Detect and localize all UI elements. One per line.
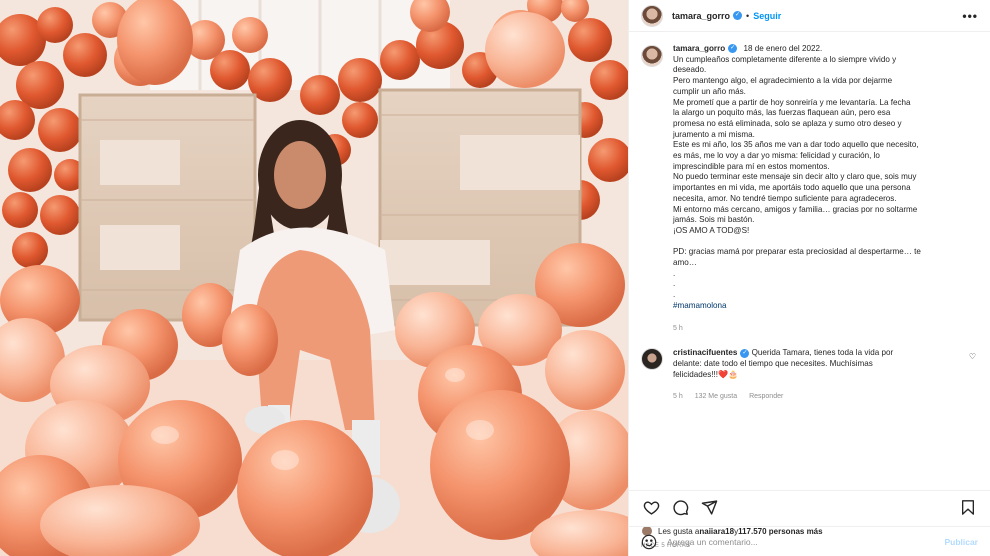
caption-line: cumplir un año más. bbox=[673, 86, 746, 96]
publish-button[interactable]: Publicar bbox=[944, 537, 978, 547]
comments-scroll-area[interactable]: tamara_gorro ✓ 18 de enero del 2022. Un c… bbox=[629, 32, 990, 490]
caption-line: la alargo un poquito más, las fuerzas fl… bbox=[673, 108, 891, 118]
author-username[interactable]: tamara_gorro bbox=[672, 11, 730, 21]
caption-line: Me prometí que a partir de hoy sonreiría… bbox=[673, 97, 911, 107]
caption-line: Este es mi año, los 35 años me van a dar… bbox=[673, 140, 919, 150]
reply-button[interactable]: Responder bbox=[749, 393, 783, 400]
more-options-icon[interactable]: ••• bbox=[962, 9, 978, 23]
caption-body: tamara_gorro ✓ 18 de enero del 2022. Un c… bbox=[673, 44, 978, 334]
post-side-panel: tamara_gorro ✓ • Seguir ••• tamara_gorro… bbox=[628, 0, 990, 556]
caption-line: Un cumpleaños completamente diferente a … bbox=[673, 54, 897, 64]
emoji-icon[interactable] bbox=[641, 534, 657, 550]
caption-date: 18 de enero del 2022. bbox=[743, 44, 823, 53]
caption-line: Mi entorno más cercano, amigos y familia… bbox=[673, 204, 918, 214]
caption-line: imprescindible para mí en estos momentos… bbox=[673, 161, 830, 171]
caption-line: es más, me lo voy a dar yo misma: felici… bbox=[673, 151, 880, 161]
bookmark-icon[interactable] bbox=[958, 498, 978, 518]
birthday-balloons-photo bbox=[0, 0, 628, 556]
post-header: tamara_gorro ✓ • Seguir ••• bbox=[629, 0, 990, 32]
caption-line: juramento a mi misma. bbox=[673, 129, 755, 139]
add-comment-bar: Agrega un comentario... Publicar bbox=[629, 526, 990, 556]
post-photo[interactable] bbox=[0, 0, 628, 556]
caption-line: jamás. Sois mi bastón. bbox=[673, 215, 755, 225]
comment-text-2: felicidades!!! bbox=[673, 369, 718, 379]
comment-username[interactable]: cristinacifuentes bbox=[673, 348, 737, 357]
comment-emojis: ❤️🎂 bbox=[718, 369, 739, 379]
caption-line: Pero mantengo algo, el agradecimiento a … bbox=[673, 76, 893, 86]
caption-line bbox=[673, 237, 978, 248]
caption-line: . bbox=[673, 268, 676, 278]
caption-line: No puedo terminar este mensaje sin decir… bbox=[673, 172, 917, 182]
action-bar bbox=[629, 490, 990, 524]
follow-button[interactable]: Seguir bbox=[753, 11, 781, 21]
heart-icon[interactable] bbox=[641, 498, 661, 518]
avatar[interactable] bbox=[641, 45, 663, 67]
caption-line: amo… bbox=[673, 258, 697, 268]
verified-badge-icon: ✓ bbox=[740, 348, 750, 358]
caption-time: 5 h bbox=[673, 324, 683, 332]
caption-line: importantes en mi vida, me aportáis todo… bbox=[673, 183, 911, 193]
caption-text: Un cumpleaños completamente diferente a … bbox=[673, 55, 978, 301]
caption-line: . bbox=[673, 279, 676, 289]
post-modal: tamara_gorro ✓ • Seguir ••• tamara_gorro… bbox=[0, 0, 990, 556]
caption-line: deseado. bbox=[673, 65, 707, 75]
verified-badge-icon: ✓ bbox=[728, 44, 738, 54]
caption-line: PD: gracias mamá por preparar esta preci… bbox=[673, 247, 921, 257]
comment-meta: 5 h 132 Me gusta Responder bbox=[673, 392, 973, 403]
comment-likes[interactable]: 132 Me gusta bbox=[695, 393, 737, 400]
comment-like-icon[interactable]: ♡ bbox=[969, 352, 976, 361]
caption-line: ¡OS AMO A TOD@S! bbox=[673, 225, 750, 235]
avatar[interactable] bbox=[641, 348, 663, 371]
caption-username[interactable]: tamara_gorro bbox=[673, 44, 725, 53]
verified-badge-icon: ✓ bbox=[733, 11, 743, 20]
caption: tamara_gorro ✓ 18 de enero del 2022. Un c… bbox=[641, 44, 978, 334]
comment-item: cristinacifuentes ✓ Querida Tamara, tiene… bbox=[641, 348, 978, 403]
comment-time: 5 h bbox=[673, 393, 683, 401]
hashtag-link[interactable]: #mamamolona bbox=[673, 301, 727, 310]
avatar[interactable] bbox=[641, 4, 663, 27]
comment-text-0: Querida Tamara, tienes toda la vida por bbox=[751, 348, 894, 358]
separator-dot: • bbox=[746, 10, 750, 21]
caption-meta: 5 h bbox=[673, 324, 978, 335]
caption-line: promesa no está eliminada, solo se aplaz… bbox=[673, 118, 902, 128]
comment-input[interactable]: Agrega un comentario... bbox=[667, 537, 944, 547]
caption-line: . bbox=[673, 290, 676, 300]
caption-line: necesita, amor. No tendré tiempo suficie… bbox=[673, 193, 897, 203]
comment-text-1: delante: date todo el tiempo que necesit… bbox=[673, 358, 873, 368]
comment-body: cristinacifuentes ✓ Querida Tamara, tiene… bbox=[673, 348, 973, 403]
share-icon[interactable] bbox=[699, 498, 719, 518]
comment-icon[interactable] bbox=[670, 498, 690, 518]
